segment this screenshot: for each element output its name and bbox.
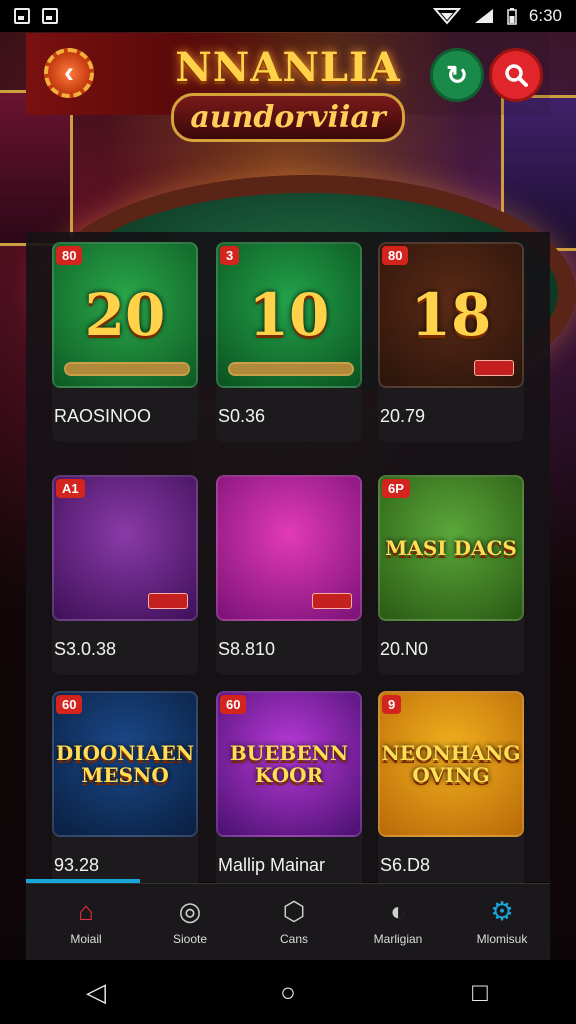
nav-item-label: Cans: [279, 932, 308, 946]
game-card-label: S0.36: [218, 406, 266, 426]
game-tag-badge: 80: [382, 246, 409, 265]
game-card-label: S3.0.38: [54, 639, 117, 659]
game-card[interactable]: DIOONIAEN MESNO 60 93.28: [52, 691, 198, 891]
game-card[interactable]: A1 S3.0.38: [52, 475, 198, 675]
refresh-button[interactable]: ↻: [430, 48, 484, 102]
game-card[interactable]: 20 80 RAOSINOO: [52, 242, 198, 442]
logo-subtitle: aundorviiar: [171, 93, 405, 142]
game-tag-badge: 3: [220, 246, 240, 265]
gear-icon: ⚙: [490, 896, 514, 926]
jackpot-bar: [64, 362, 190, 376]
nav-item-label: Moiail: [70, 932, 102, 946]
jackpot-badge: [474, 360, 514, 376]
game-thumbnail[interactable]: NEONHANG OVING 9: [378, 691, 524, 837]
coins-icon: ◎: [178, 896, 202, 926]
clock: 6:30: [528, 6, 562, 25]
refresh-icon: ↻: [446, 59, 468, 90]
game-card-label: 20.N0: [380, 639, 429, 659]
nav-item-dice[interactable]: ⬡ Cans: [242, 884, 346, 960]
game-art-title: 20: [84, 281, 166, 349]
game-card-label: 20.79: [380, 406, 426, 426]
game-thumbnail[interactable]: 10 3: [216, 242, 362, 388]
game-grid: 20 80 RAOSINOO 10 3 S0.36 18 80 20.79 A1 S3.0.38 S8…: [26, 232, 550, 891]
game-card[interactable]: 18 80 20.79: [378, 242, 524, 442]
game-thumbnail[interactable]: A1: [52, 475, 198, 621]
game-card-label: 93.28: [54, 855, 100, 875]
jackpot-badge: [312, 593, 352, 609]
nav-item-label: Mlomisuk: [476, 932, 528, 946]
game-art-title: DIOONIAEN MESNO: [55, 741, 195, 787]
search-button[interactable]: [489, 48, 543, 102]
game-card[interactable]: MASI DACS 6P 20.N0: [378, 475, 524, 675]
system-back-button[interactable]: ◁: [66, 977, 126, 1008]
game-tag-badge: A1: [56, 479, 85, 498]
game-card[interactable]: BUEBENN KOOR 60 Mallip Mainar: [216, 691, 362, 891]
dice-icon: ⬡: [282, 896, 306, 926]
nav-item-label: Marligian: [373, 932, 423, 946]
nav-item-globe[interactable]: ◐ Marligian: [346, 884, 450, 960]
game-tag-badge: 9: [382, 695, 402, 714]
game-thumbnail[interactable]: 20 80: [52, 242, 198, 388]
game-tag-badge: 6P: [382, 479, 410, 498]
jackpot-bar: [228, 362, 354, 376]
game-thumbnail[interactable]: 18 80: [378, 242, 524, 388]
status-bar: 6:30: [0, 0, 576, 32]
game-tag-badge: 60: [220, 695, 247, 714]
game-art-title: MASI DACS: [385, 536, 517, 560]
photo-icon: [42, 8, 58, 24]
system-recents-button[interactable]: □: [450, 977, 510, 1008]
system-home-button[interactable]: ○: [258, 977, 318, 1008]
game-card-label: Mallip Mainar: [218, 855, 326, 875]
globe-icon: ◐: [390, 896, 406, 926]
game-art-title: 18: [410, 281, 492, 349]
game-art-title: 10: [248, 281, 330, 349]
game-thumbnail[interactable]: DIOONIAEN MESNO 60: [52, 691, 198, 837]
wifi-icon: [432, 8, 461, 25]
bottom-nav: ⌂ Moiail ◎ Sioote ⬡ Cans ◐ Marligian ⚙ Mlomisuk: [26, 883, 550, 960]
nav-item-label: Sioote: [172, 932, 208, 946]
nav-item-gear[interactable]: ⚙ Mlomisuk: [450, 884, 554, 960]
game-card-label: RAOSINOO: [54, 406, 152, 426]
game-thumbnail[interactable]: [216, 475, 362, 621]
game-card[interactable]: 10 3 S0.36: [216, 242, 362, 442]
game-art-title: NEONHANG OVING: [381, 741, 521, 787]
system-navigation-bar: ◁ ○ □: [0, 960, 576, 1024]
home-icon: ⌂: [78, 896, 94, 926]
battery-icon: [507, 8, 517, 25]
game-card[interactable]: S8.810: [216, 475, 362, 675]
back-button[interactable]: ‹: [44, 48, 94, 98]
game-card-label: S6.D8: [380, 855, 431, 875]
game-card-label: S8.810: [218, 639, 276, 659]
game-tag-badge: 60: [56, 695, 83, 714]
game-art-title: BUEBENN KOOR: [229, 741, 349, 787]
logo-title: NNANLIA: [175, 44, 401, 91]
game-card[interactable]: NEONHANG OVING 9 S6.D8: [378, 691, 524, 891]
app-logo: NNANLIA aundorviiar: [170, 44, 406, 164]
jackpot-badge: [148, 593, 188, 609]
game-tag-badge: 80: [56, 246, 83, 265]
nav-item-coins[interactable]: ◎ Sioote: [138, 884, 242, 960]
gallery-icon: [14, 8, 30, 24]
game-thumbnail[interactable]: BUEBENN KOOR 60: [216, 691, 362, 837]
search-icon: [505, 64, 528, 87]
nav-item-home[interactable]: ⌂ Moiail: [34, 884, 138, 960]
chevron-left-icon: ‹: [64, 56, 74, 89]
signal-icon: [474, 9, 493, 23]
game-thumbnail[interactable]: MASI DACS 6P: [378, 475, 524, 621]
